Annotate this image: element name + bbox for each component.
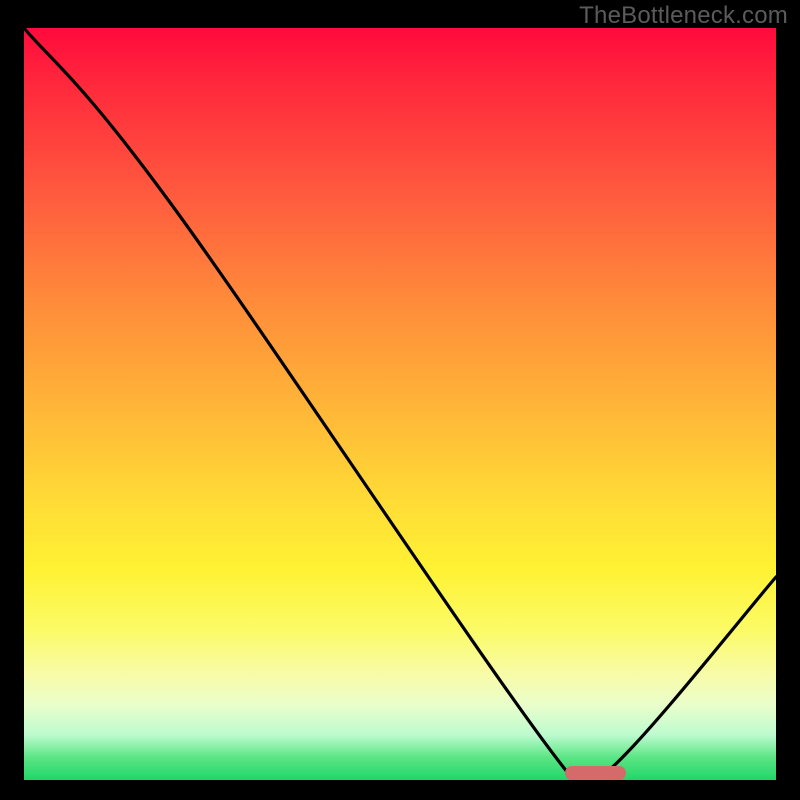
bottleneck-curve xyxy=(24,28,776,800)
curve-svg xyxy=(24,28,776,780)
chart-frame: TheBottleneck.com xyxy=(0,0,800,800)
watermark-text: TheBottleneck.com xyxy=(579,2,788,30)
plot-area xyxy=(24,28,776,780)
optimal-range-marker xyxy=(565,766,625,780)
